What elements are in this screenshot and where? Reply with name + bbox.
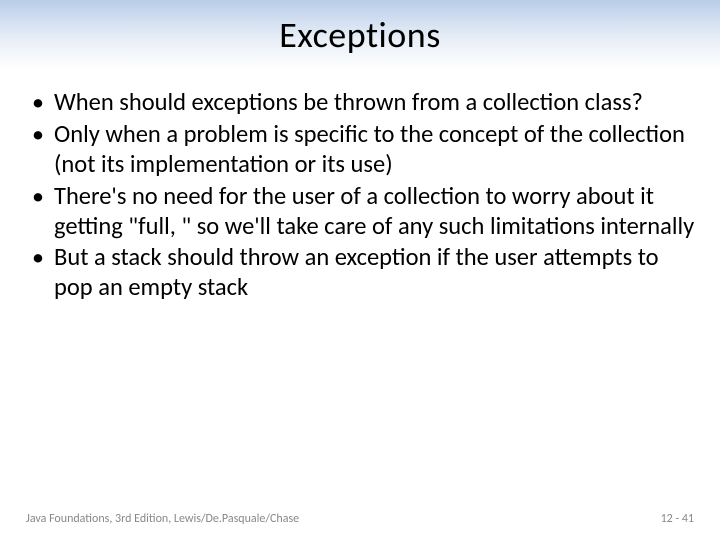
footer-page-number: 12 - 41: [661, 512, 694, 526]
bullet-item: When should exceptions be thrown from a …: [24, 88, 696, 118]
content-area: When should exceptions be thrown from a …: [0, 70, 720, 303]
footer-source: Java Foundations, 3rd Edition, Lewis/De.…: [26, 512, 299, 526]
title-band: Exceptions: [0, 0, 720, 70]
slide: Exceptions When should exceptions be thr…: [0, 0, 720, 540]
footer: Java Foundations, 3rd Edition, Lewis/De.…: [0, 512, 720, 526]
slide-title: Exceptions: [279, 13, 441, 57]
bullet-list: When should exceptions be thrown from a …: [24, 88, 696, 303]
bullet-item: There's no need for the user of a collec…: [24, 182, 696, 242]
bullet-item: But a stack should throw an exception if…: [24, 243, 696, 303]
bullet-item: Only when a problem is specific to the c…: [24, 120, 696, 180]
